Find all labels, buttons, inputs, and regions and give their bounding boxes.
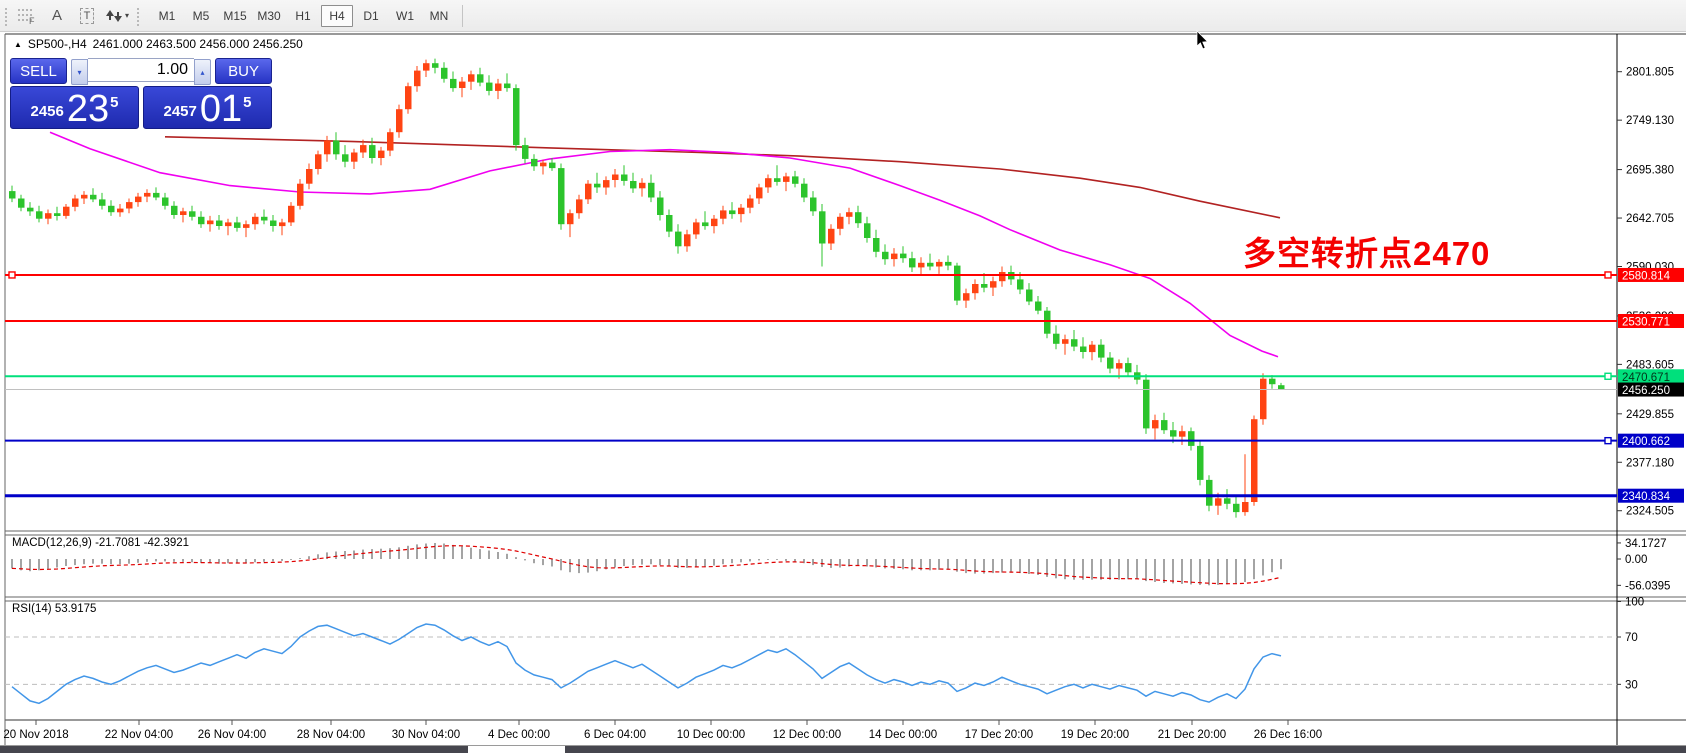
svg-text:21 Dec 20:00: 21 Dec 20:00 — [1158, 729, 1226, 741]
svg-text:30 Nov 04:00: 30 Nov 04:00 — [392, 729, 460, 741]
svg-text:6 Dec 04:00: 6 Dec 04:00 — [584, 729, 646, 741]
macd-label: MACD(12,26,9) -21.7081 -42.3921 — [12, 537, 189, 549]
chart-header: ▲ SP500-,H4 2461.000 2463.500 2456.000 2… — [14, 37, 303, 51]
one-click-trading-panel: SELL ▾ ▴ BUY 2456 23 5 2457 01 5 — [10, 58, 272, 129]
volume-increase-button[interactable]: ▴ — [194, 59, 211, 85]
svg-text:2801.805: 2801.805 — [1626, 67, 1674, 79]
svg-text:2470.671: 2470.671 — [1622, 372, 1670, 384]
price-axis: 2801.8052749.1302695.3802642.7052590.030… — [1617, 67, 1684, 518]
svg-text:26 Nov 04:00: 26 Nov 04:00 — [198, 729, 266, 741]
svg-text:2456.250: 2456.250 — [1622, 385, 1670, 397]
symbol-title: SP500-,H4 — [28, 37, 87, 51]
volume-input[interactable] — [88, 58, 194, 82]
rsi-pane: 100 70 30 — [5, 597, 1644, 704]
svg-text:28 Nov 04:00: 28 Nov 04:00 — [297, 729, 365, 741]
svg-text:14 Dec 00:00: 14 Dec 00:00 — [869, 729, 937, 741]
mt4-terminal: F A T ▾ M1M5M15M30H1H4D1W1MN ▲ SP500-,H4… — [0, 0, 1686, 753]
rsi-line — [12, 624, 1281, 703]
buy-price-display[interactable]: 2457 01 5 — [143, 86, 272, 129]
sell-price-display[interactable]: 2456 23 5 — [10, 86, 139, 129]
svg-text:20 Nov 2018: 20 Nov 2018 — [3, 729, 68, 741]
moving-averages — [50, 132, 1280, 357]
chart-annotation-text: 多空转折点2470 — [1243, 227, 1490, 275]
svg-text:70: 70 — [1625, 632, 1638, 644]
svg-text:17 Dec 20:00: 17 Dec 20:00 — [965, 729, 1033, 741]
sell-price-handle: 2456 — [31, 103, 64, 120]
macd-pane: 34.1727 0.00 -56.0395 — [12, 538, 1670, 592]
svg-text:2324.505: 2324.505 — [1626, 506, 1674, 518]
sell-price-pip: 5 — [110, 94, 118, 111]
ohlc-values: 2461.000 2463.500 2456.000 2456.250 — [93, 37, 303, 51]
buy-price-big: 01 — [200, 93, 242, 125]
collapse-panel-icon[interactable]: ▲ — [14, 40, 22, 49]
rsi-label: RSI(14) 53.9175 — [12, 603, 96, 615]
svg-text:0.00: 0.00 — [1625, 554, 1647, 566]
svg-text:2429.855: 2429.855 — [1626, 409, 1674, 421]
svg-text:4 Dec 00:00: 4 Dec 00:00 — [488, 729, 550, 741]
svg-text:19 Dec 20:00: 19 Dec 20:00 — [1061, 729, 1129, 741]
svg-text:26 Dec 16:00: 26 Dec 16:00 — [1254, 729, 1322, 741]
svg-text:2530.771: 2530.771 — [1622, 316, 1670, 328]
svg-text:22 Nov 04:00: 22 Nov 04:00 — [105, 729, 173, 741]
svg-text:-56.0395: -56.0395 — [1625, 580, 1670, 592]
svg-text:2400.662: 2400.662 — [1622, 436, 1670, 448]
svg-text:30: 30 — [1625, 679, 1638, 691]
macd-signal-line — [12, 546, 1281, 584]
svg-text:2695.380: 2695.380 — [1626, 165, 1674, 177]
svg-text:2340.834: 2340.834 — [1622, 491, 1671, 503]
svg-text:34.1727: 34.1727 — [1625, 538, 1667, 550]
buy-button[interactable]: BUY — [215, 58, 272, 84]
sell-button[interactable]: SELL — [10, 58, 67, 84]
svg-text:2642.705: 2642.705 — [1626, 213, 1674, 225]
sell-price-big: 23 — [67, 93, 109, 125]
svg-text:2377.180: 2377.180 — [1626, 457, 1674, 469]
svg-text:12 Dec 00:00: 12 Dec 00:00 — [773, 729, 841, 741]
svg-text:10 Dec 00:00: 10 Dec 00:00 — [677, 729, 745, 741]
time-axis: 20 Nov 2018 22 Nov 04:00 26 Nov 04:00 28 No… — [3, 720, 1322, 741]
bottom-panel-edge-right — [565, 746, 1686, 753]
buy-price-handle: 2457 — [164, 103, 197, 120]
horizontal-lines[interactable] — [5, 272, 1617, 496]
svg-text:2580.814: 2580.814 — [1622, 270, 1671, 282]
volume-decrease-button[interactable]: ▾ — [71, 59, 88, 85]
svg-text:2749.130: 2749.130 — [1626, 115, 1674, 127]
svg-text:100: 100 — [1625, 597, 1644, 609]
bottom-panel-edge-left — [0, 746, 468, 753]
buy-price-pip: 5 — [243, 94, 251, 111]
